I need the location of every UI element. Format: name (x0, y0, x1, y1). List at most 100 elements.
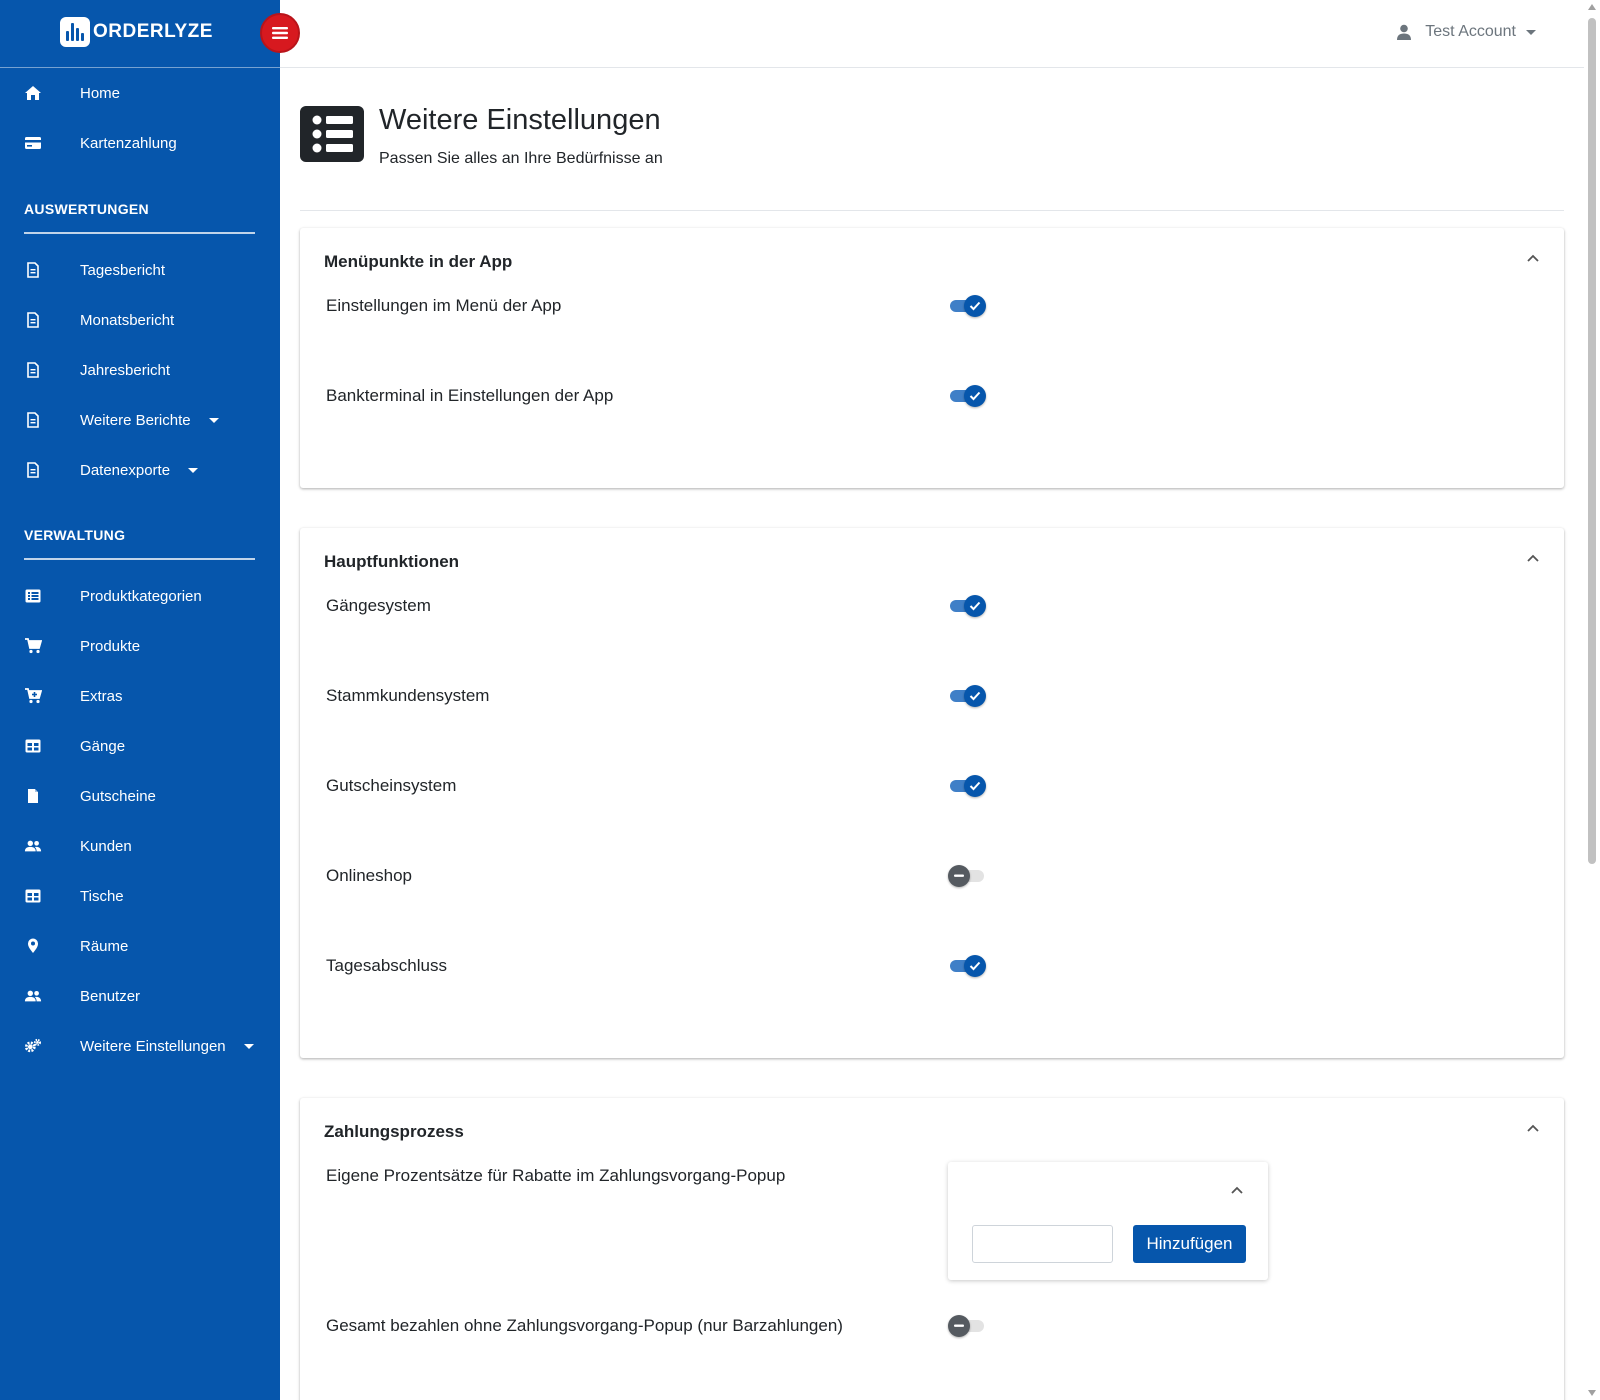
chevron-down-icon (188, 468, 199, 474)
setting-label: Gutscheinsystem (326, 776, 457, 795)
sidebar-item-extras[interactable]: Extras (0, 671, 280, 721)
sidebar-item-weitere-berichte[interactable]: Weitere Berichte (0, 395, 280, 445)
setting-toggle[interactable] (948, 685, 986, 707)
file-icon (24, 411, 42, 429)
check-icon (969, 961, 981, 971)
check-icon (969, 391, 981, 401)
setting-toggle[interactable] (948, 865, 986, 887)
chevron-down-icon (243, 1044, 254, 1050)
check-icon (969, 691, 981, 701)
chevron-up-icon[interactable] (1524, 1120, 1542, 1138)
setting-row: Gängesystem (326, 592, 1526, 622)
home-icon (24, 84, 42, 102)
gears-icon (24, 1037, 42, 1055)
cart-plus-icon (24, 687, 42, 705)
sidebar-item-label: Jahresbericht (80, 361, 171, 379)
sidebar-item-produkte[interactable]: Produkte (0, 621, 280, 671)
sidebar-item-label-wrap: Weitere Berichte (80, 412, 219, 429)
sidebar-item-label: Tagesbericht (80, 261, 166, 279)
sidebar-item-label: Extras (80, 687, 123, 705)
account-name: Test Account (1425, 23, 1516, 40)
page-title: Weitere Einstellungen (379, 104, 661, 136)
document-icon (24, 787, 42, 805)
setting-toggle[interactable] (948, 295, 986, 317)
setting-row: Bankterminal in Einstellungen der App (326, 382, 1526, 412)
topbar: Test Account (280, 0, 1584, 68)
card-title: Zahlungsprozess (324, 1122, 464, 1141)
sidebar-item-label: Benutzer (80, 987, 141, 1005)
setting-label: Bankterminal in Einstellungen der App (326, 386, 614, 405)
setting-toggle[interactable] (948, 775, 986, 797)
check-icon (969, 601, 981, 611)
sidebar-item-label: Kunden (80, 837, 132, 855)
users-icon (24, 837, 42, 855)
card-title: Hauptfunktionen (324, 552, 460, 571)
card-hauptfunktionen: Hauptfunktionen Gängesystem Stammkundens… (300, 528, 1564, 1058)
chevron-up-icon[interactable] (1524, 250, 1542, 268)
card-title: Menüpunkte in der App (324, 252, 513, 271)
file-icon (24, 311, 42, 329)
cart-icon (24, 637, 42, 655)
sidebar-item-weitere-einstellungen[interactable]: Weitere Einstellungen (0, 1021, 280, 1071)
file-icon (24, 261, 42, 279)
sidebar-brand: ORDERLYZE (0, 0, 280, 68)
section-heading-verwaltung: VERWALTUNG (24, 527, 255, 560)
card-menuepunkte: Menüpunkte in der App Einstellungen im M… (300, 228, 1564, 488)
sidebar-item-tagesbericht[interactable]: Tagesbericht (0, 245, 280, 295)
setting-toggle[interactable] (948, 1315, 986, 1337)
page-header: Weitere Einstellungen Passen Sie alles a… (300, 104, 1564, 211)
chevron-up-icon[interactable] (1228, 1182, 1246, 1200)
scroll-thumb[interactable] (1588, 18, 1596, 864)
sidebar-item-jahresbericht[interactable]: Jahresbericht (0, 345, 280, 395)
check-icon (969, 301, 981, 311)
sidebar-toggle-button[interactable] (260, 13, 300, 53)
setting-row: Onlineshop (326, 862, 1526, 892)
setting-toggle[interactable] (948, 595, 986, 617)
minus-icon (954, 874, 964, 877)
discount-percent-input[interactable] (972, 1225, 1113, 1263)
table-icon (24, 887, 42, 905)
setting-label: Eigene Prozentsätze für Rabatte im Zahlu… (326, 1166, 786, 1185)
setting-row: Einstellungen im Menü der App (326, 292, 1526, 322)
sidebar-item-kunden[interactable]: Kunden (0, 821, 280, 871)
scroll-down-icon[interactable] (1588, 1390, 1596, 1396)
setting-toggle[interactable] (948, 385, 986, 407)
setting-row: Tagesabschluss (326, 952, 1526, 982)
sidebar-item-tische[interactable]: Tische (0, 871, 280, 921)
sidebar-item-benutzer[interactable]: Benutzer (0, 971, 280, 1021)
chevron-down-icon (1526, 29, 1536, 35)
scroll-up-icon[interactable] (1588, 4, 1596, 10)
sidebar-item-gutscheine[interactable]: Gutscheine (0, 771, 280, 821)
sidebar-item-label: Räume (80, 937, 129, 955)
users-icon (24, 987, 42, 1005)
sidebar-item-home[interactable]: Home (0, 68, 280, 118)
sidebar-item-label: Home (80, 84, 121, 102)
sidebar-item-label: Produktkategorien (80, 587, 202, 605)
brand-name: ORDERLYZE (93, 21, 213, 42)
setting-row: Eigene Prozentsätze für Rabatte im Zahlu… (326, 1162, 1526, 1192)
sidebar-item-monatsbericht[interactable]: Monatsbericht (0, 295, 280, 345)
account-menu[interactable]: Test Account (1396, 23, 1536, 41)
hamburger-icon (272, 27, 288, 39)
sidebar-item-produktkategorien[interactable]: Produktkategorien (0, 571, 280, 621)
sidebar: ORDERLYZE Home Kartenzahlung AUSWERTUNGE… (0, 0, 280, 1400)
table-icon (24, 737, 42, 755)
chevron-up-icon[interactable] (1524, 550, 1542, 568)
sidebar-item-raeume[interactable]: Räume (0, 921, 280, 971)
sidebar-item-gaenge[interactable]: Gänge (0, 721, 280, 771)
add-percent-button[interactable]: Hinzufügen (1133, 1225, 1246, 1263)
setting-toggle[interactable] (948, 955, 986, 977)
file-icon (24, 361, 42, 379)
check-icon (969, 781, 981, 791)
sidebar-item-label: Gutscheine (80, 787, 156, 805)
file-icon (24, 461, 42, 479)
page-scrollbar[interactable] (1584, 0, 1600, 1400)
setting-label: Einstellungen im Menü der App (326, 296, 562, 315)
sidebar-item-label: Gänge (80, 737, 126, 755)
orderlyze-logo[interactable]: ORDERLYZE (60, 17, 213, 47)
sidebar-item-datenexporte[interactable]: Datenexporte (0, 445, 280, 495)
sidebar-item-kartenzahlung[interactable]: Kartenzahlung (0, 118, 280, 168)
card-zahlungsprozess: Zahlungsprozess Eigene Prozentsätze für … (300, 1098, 1564, 1400)
logo-mark-icon (60, 17, 90, 47)
sidebar-item-label-wrap: Weitere Einstellungen (80, 1038, 254, 1055)
